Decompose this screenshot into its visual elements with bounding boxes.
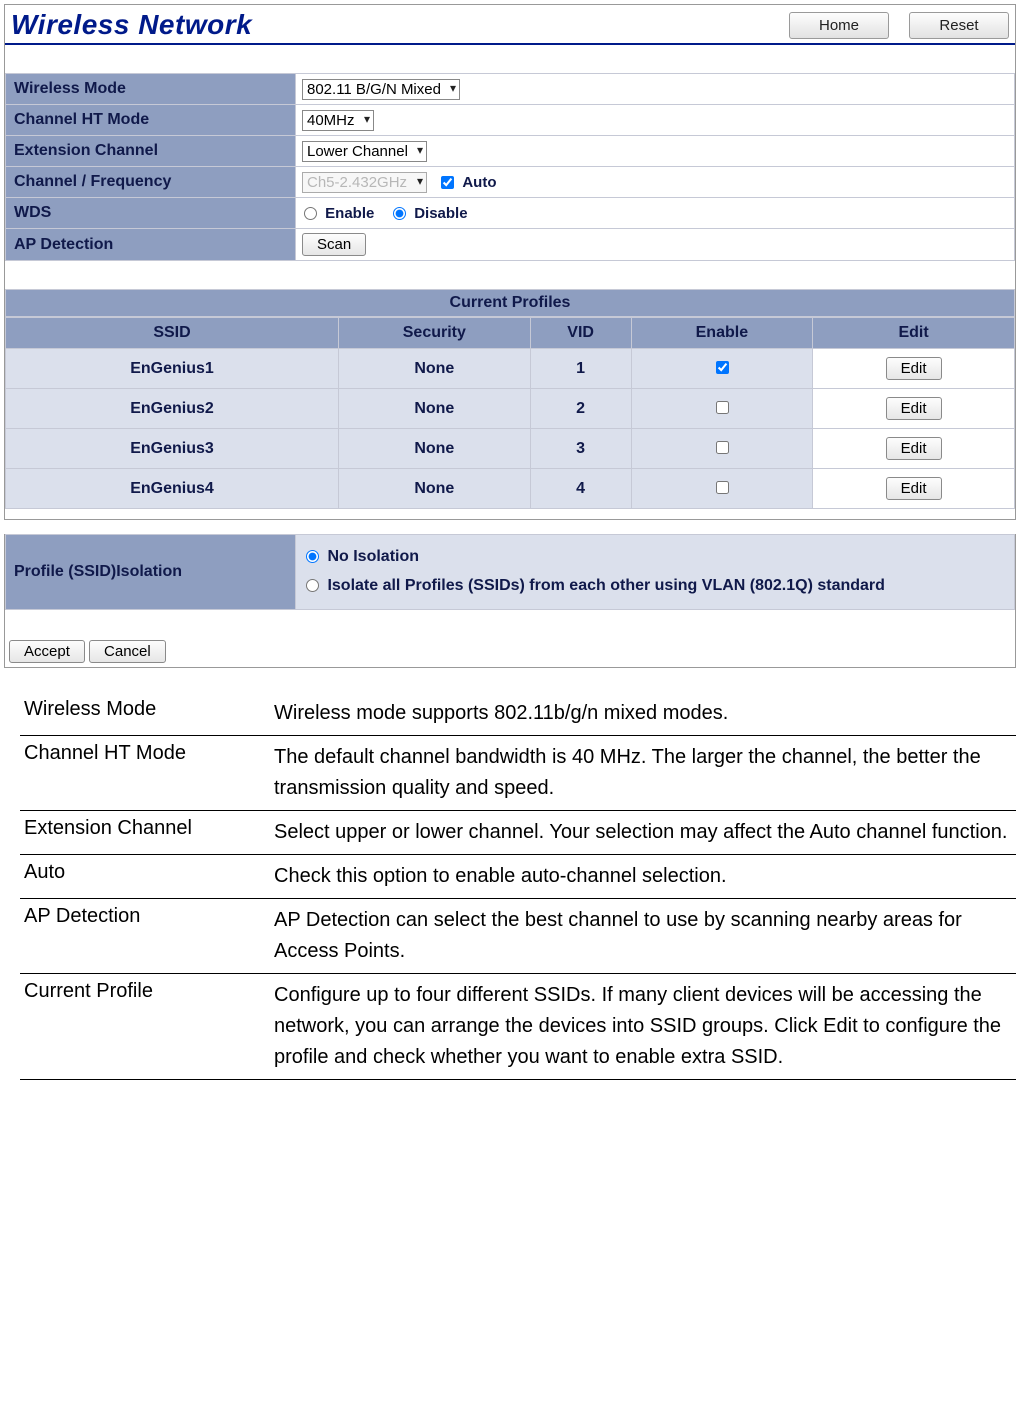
profile-edit-button[interactable]: Edit [886, 397, 942, 420]
col-ssid: SSID [6, 318, 339, 349]
no-isolation-radio[interactable] [306, 550, 319, 563]
isolate-all-label: Isolate all Profiles (SSIDs) from each o… [327, 577, 884, 594]
vid-cell: 3 [530, 429, 631, 469]
desc-row: Channel HT Mode The default channel band… [20, 736, 1016, 811]
reset-button[interactable]: Reset [909, 12, 1009, 39]
desc-term: AP Detection [20, 899, 270, 974]
wds-enable-label: Enable [325, 205, 374, 222]
channel-ht-mode-select[interactable]: 40MHz [302, 110, 374, 131]
auto-channel-label: Auto [462, 174, 496, 191]
desc-def: Select upper or lower channel. Your sele… [270, 811, 1016, 855]
ssid-cell: EnGenius2 [6, 389, 339, 429]
no-isolation-label: No Isolation [327, 548, 419, 565]
table-row: EnGenius3 None 3 Edit [6, 429, 1015, 469]
page-title: Wireless Network [11, 9, 769, 41]
wds-disable-radio[interactable] [393, 207, 406, 220]
desc-row: Current Profile Configure up to four dif… [20, 974, 1016, 1080]
channel-ht-mode-label: Channel HT Mode [6, 105, 296, 136]
channel-frequency-label: Channel / Frequency [6, 167, 296, 198]
wds-enable-radio[interactable] [304, 207, 317, 220]
profile-enable-checkbox[interactable] [716, 361, 729, 374]
profile-isolation-label: Profile (SSID)Isolation [6, 535, 296, 610]
cancel-button[interactable]: Cancel [89, 640, 166, 663]
desc-def: Configure up to four different SSIDs. If… [270, 974, 1016, 1080]
profile-edit-button[interactable]: Edit [886, 437, 942, 460]
desc-row: AP Detection AP Detection can select the… [20, 899, 1016, 974]
scan-button[interactable]: Scan [302, 233, 366, 256]
channel-frequency-select: Ch5-2.432GHz [302, 172, 427, 193]
security-cell: None [338, 429, 530, 469]
ap-detection-label: AP Detection [6, 229, 296, 261]
desc-def: AP Detection can select the best channel… [270, 899, 1016, 974]
isolate-all-radio[interactable] [306, 579, 319, 592]
profile-enable-checkbox[interactable] [716, 481, 729, 494]
home-button[interactable]: Home [789, 12, 889, 39]
descriptions: Wireless Mode Wireless mode supports 802… [0, 682, 1036, 1100]
ssid-cell: EnGenius1 [6, 349, 339, 389]
desc-def: Check this option to enable auto-channel… [270, 855, 1016, 899]
desc-term: Extension Channel [20, 811, 270, 855]
wireless-network-panel: Wireless Network Home Reset Wireless Mod… [4, 4, 1016, 520]
desc-row: Auto Check this option to enable auto-ch… [20, 855, 1016, 899]
vid-cell: 2 [530, 389, 631, 429]
col-vid: VID [530, 318, 631, 349]
accept-button[interactable]: Accept [9, 640, 85, 663]
wireless-mode-label: Wireless Mode [6, 74, 296, 105]
table-row: EnGenius4 None 4 Edit [6, 469, 1015, 509]
table-row: EnGenius1 None 1 Edit [6, 349, 1015, 389]
profile-enable-checkbox[interactable] [716, 441, 729, 454]
profile-enable-checkbox[interactable] [716, 401, 729, 414]
extension-channel-label: Extension Channel [6, 136, 296, 167]
vid-cell: 4 [530, 469, 631, 509]
col-security: Security [338, 318, 530, 349]
table-row: EnGenius2 None 2 Edit [6, 389, 1015, 429]
wds-disable-label: Disable [414, 205, 467, 222]
desc-term: Channel HT Mode [20, 736, 270, 811]
col-enable: Enable [631, 318, 813, 349]
title-bar: Wireless Network Home Reset [5, 5, 1015, 45]
security-cell: None [338, 389, 530, 429]
desc-term: Auto [20, 855, 270, 899]
profile-edit-button[interactable]: Edit [886, 357, 942, 380]
desc-row: Wireless Mode Wireless mode supports 802… [20, 692, 1016, 736]
current-profiles-title: Current Profiles [5, 289, 1015, 317]
desc-row: Extension Channel Select upper or lower … [20, 811, 1016, 855]
ssid-cell: EnGenius3 [6, 429, 339, 469]
auto-channel-checkbox[interactable] [441, 176, 454, 189]
profiles-table: SSID Security VID Enable Edit EnGenius1 … [5, 317, 1015, 509]
ssid-cell: EnGenius4 [6, 469, 339, 509]
settings-table: Wireless Mode 802.11 B/G/N Mixed Channel… [5, 73, 1015, 261]
desc-def: The default channel bandwidth is 40 MHz.… [270, 736, 1016, 811]
security-cell: None [338, 469, 530, 509]
vid-cell: 1 [530, 349, 631, 389]
desc-term: Wireless Mode [20, 692, 270, 736]
wireless-mode-select[interactable]: 802.11 B/G/N Mixed [302, 79, 460, 100]
wds-label: WDS [6, 198, 296, 229]
desc-term: Current Profile [20, 974, 270, 1080]
profile-edit-button[interactable]: Edit [886, 477, 942, 500]
isolation-panel: Profile (SSID)Isolation No Isolation Iso… [4, 534, 1016, 668]
security-cell: None [338, 349, 530, 389]
extension-channel-select[interactable]: Lower Channel [302, 141, 427, 162]
col-edit: Edit [813, 318, 1015, 349]
desc-def: Wireless mode supports 802.11b/g/n mixed… [270, 692, 1016, 736]
